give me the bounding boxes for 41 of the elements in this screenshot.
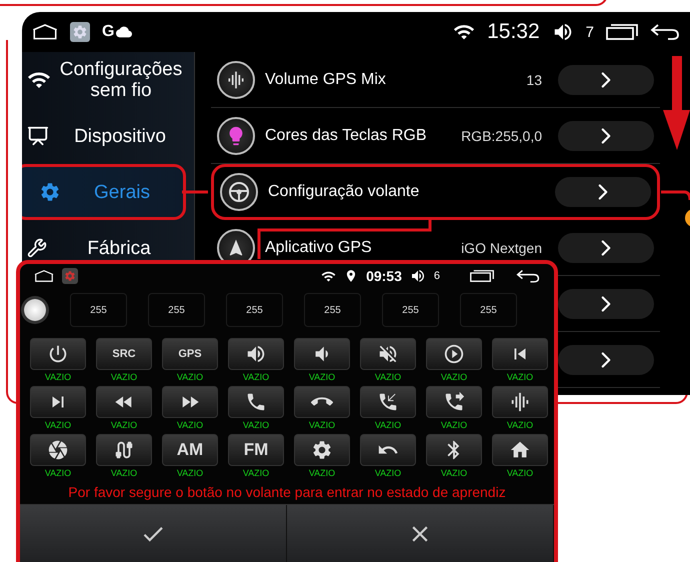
key-status: VAZIO — [110, 468, 138, 478]
key-status: VAZIO — [110, 420, 138, 430]
setting-label: Cores das Teclas RGB — [265, 126, 427, 144]
key-status: VAZIO — [242, 420, 270, 430]
setting-value: 13 — [526, 72, 542, 88]
key-status: VAZIO — [374, 372, 402, 382]
key-status: VAZIO — [440, 420, 468, 430]
setting-value: RGB:255,0,0 — [461, 128, 542, 144]
key-status: VAZIO — [308, 372, 336, 382]
key-status: VAZIO — [110, 372, 138, 382]
key-status: VAZIO — [242, 372, 270, 382]
key-status: VAZIO — [44, 420, 72, 430]
key-status: VAZIO — [506, 420, 534, 430]
code-field: 255 — [148, 293, 205, 327]
key-status: VAZIO — [176, 372, 204, 382]
setting-label: Aplicativo GPS — [265, 238, 372, 256]
code-field: 255 — [304, 293, 361, 327]
code-field: 255 — [460, 293, 517, 327]
setting-label: Configuração volante — [268, 183, 420, 201]
code-field: 255 — [226, 293, 283, 327]
setting-value: iGO Nextgen — [461, 240, 542, 256]
key-status: VAZIO — [374, 420, 402, 430]
code-field: 255 — [70, 293, 127, 327]
key-status: VAZIO — [44, 468, 72, 478]
setting-label: Volume GPS Mix — [265, 70, 386, 88]
key-status: VAZIO — [242, 468, 270, 478]
key-status: VAZIO — [44, 372, 72, 382]
key-status: VAZIO — [308, 420, 336, 430]
app-letter: G — [102, 23, 114, 41]
key-status: VAZIO — [440, 468, 468, 478]
code-field: 255 — [382, 293, 439, 327]
key-status: VAZIO — [176, 468, 204, 478]
key-status: VAZIO — [308, 468, 336, 478]
key-status: VAZIO — [374, 468, 402, 478]
key-status: VAZIO — [440, 372, 468, 382]
key-status: VAZIO — [176, 420, 204, 430]
key-status: VAZIO — [506, 468, 534, 478]
clock: 15:32 — [487, 20, 540, 44]
key-status: VAZIO — [506, 372, 534, 382]
instruction-text: Por favor segure o botão no volante para entrar no estado de aprendiz — [67, 483, 507, 502]
volume-level: 7 — [586, 24, 594, 40]
